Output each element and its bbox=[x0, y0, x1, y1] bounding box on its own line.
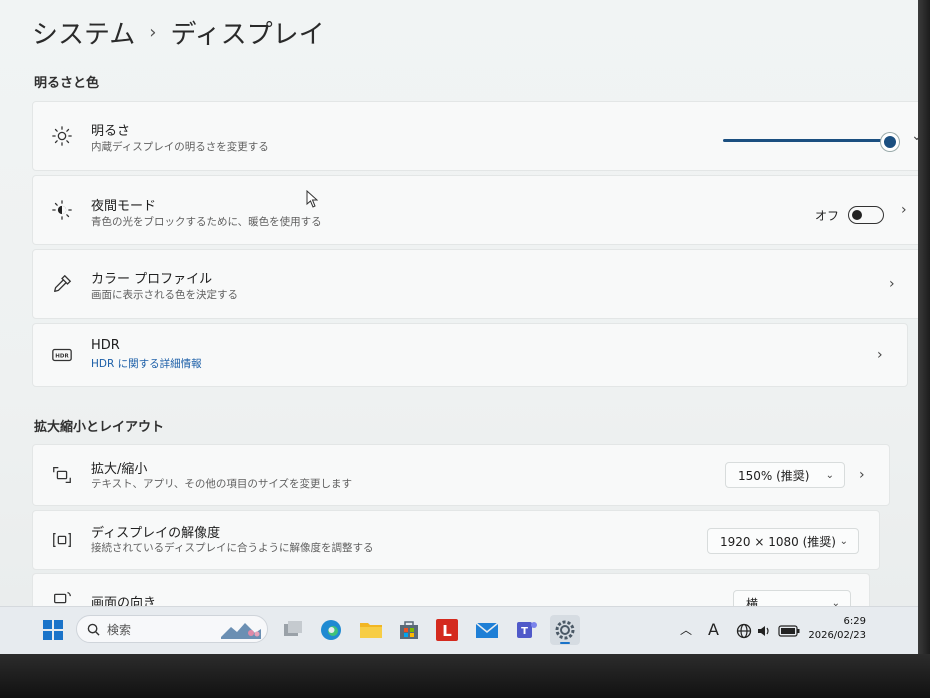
resolution-icon bbox=[53, 532, 71, 548]
sun-icon bbox=[52, 126, 72, 146]
night-light-toggle[interactable] bbox=[848, 206, 884, 224]
network-globe-icon[interactable] bbox=[736, 623, 752, 639]
svg-text:HDR: HDR bbox=[55, 353, 69, 359]
mail-icon[interactable] bbox=[472, 615, 502, 645]
chevron-right-icon[interactable]: › bbox=[889, 276, 895, 292]
folder-icon[interactable] bbox=[356, 615, 386, 645]
mouse-cursor-icon bbox=[306, 190, 318, 208]
battery-icon[interactable] bbox=[778, 625, 800, 637]
chevron-right-icon[interactable]: › bbox=[859, 467, 865, 483]
l-app-icon[interactable]: L bbox=[432, 615, 462, 645]
breadcrumb: システム › ディスプレイ bbox=[32, 14, 325, 51]
resolution-value: 1920 × 1080 (推奨) bbox=[720, 534, 836, 549]
night-light-state: オフ bbox=[815, 209, 840, 223]
monitor-bezel-right bbox=[918, 0, 930, 698]
tray-overflow-icon[interactable]: ︿ bbox=[680, 621, 692, 638]
section-scale-layout: 拡大縮小とレイアウト bbox=[34, 420, 165, 435]
pipette-icon bbox=[54, 274, 72, 292]
search-icon bbox=[87, 623, 100, 636]
chevron-right-icon[interactable]: › bbox=[901, 202, 907, 218]
clock-time: 6:29 bbox=[843, 616, 866, 627]
volume-icon[interactable] bbox=[756, 623, 772, 639]
resolution-card: ディスプレイの解像度 接続されているディスプレイに合うように解像度を調整する 1… bbox=[32, 510, 880, 570]
settings-icon[interactable] bbox=[550, 615, 580, 645]
svg-text:T: T bbox=[521, 626, 528, 637]
edge-icon[interactable] bbox=[316, 615, 346, 645]
brightness-subtitle: 内蔵ディスプレイの明るさを変更する bbox=[91, 141, 269, 153]
hdr-icon: HDR bbox=[52, 348, 72, 362]
night-light-subtitle: 青色の光をブロックするために、暖色を使用する bbox=[91, 216, 322, 228]
brightness-card: 明るさ 内蔵ディスプレイの明るさを変更する ⌄ bbox=[32, 101, 922, 171]
resolution-title: ディスプレイの解像度 bbox=[91, 526, 221, 541]
night-light-card[interactable]: 夜間モード 青色の光をブロックするために、暖色を使用する オフ › bbox=[32, 175, 922, 245]
resolution-dropdown[interactable]: 1920 × 1080 (推奨) ⌄ bbox=[707, 528, 859, 554]
file-explorer-multi-icon[interactable] bbox=[278, 615, 308, 645]
clock-date: 2026/02/23 bbox=[808, 630, 866, 641]
store-icon[interactable] bbox=[394, 615, 424, 645]
taskbar-search[interactable]: 検索 bbox=[76, 615, 268, 643]
brightness-slider-thumb[interactable] bbox=[881, 133, 899, 151]
scale-card[interactable]: 拡大/縮小 テキスト、アプリ、その他の項目のサイズを変更します 150% (推奨… bbox=[32, 444, 890, 506]
chevron-down-icon: ⌄ bbox=[825, 469, 834, 481]
night-light-title: 夜間モード bbox=[91, 199, 157, 214]
scale-title: 拡大/縮小 bbox=[91, 462, 148, 477]
scale-icon bbox=[53, 467, 71, 483]
scale-subtitle: テキスト、アプリ、その他の項目のサイズを変更します bbox=[91, 478, 353, 490]
settings-window: システム › ディスプレイ 明るさと色 明るさ 内蔵ディスプレイの明るさを変更す… bbox=[0, 0, 922, 654]
ime-indicator[interactable]: A bbox=[708, 620, 719, 639]
section-brightness-color: 明るさと色 bbox=[34, 76, 100, 91]
svg-text:L: L bbox=[442, 622, 452, 640]
color-profile-title: カラー プロファイル bbox=[91, 272, 213, 287]
hdr-info-link[interactable]: HDR に関する詳細情報 bbox=[91, 356, 202, 371]
scale-dropdown[interactable]: 150% (推奨) ⌄ bbox=[725, 462, 845, 488]
brightness-title: 明るさ bbox=[91, 124, 131, 139]
hdr-title: HDR bbox=[91, 338, 120, 353]
resolution-subtitle: 接続されているディスプレイに合うように解像度を調整する bbox=[91, 542, 374, 554]
teams-icon[interactable]: T bbox=[512, 615, 542, 645]
search-highlight-icon bbox=[221, 623, 261, 639]
color-profile-subtitle: 画面に表示される色を決定する bbox=[91, 289, 238, 301]
page-title: ディスプレイ bbox=[170, 20, 325, 50]
scale-value: 150% (推奨) bbox=[738, 468, 810, 483]
chevron-right-icon[interactable]: › bbox=[877, 347, 883, 363]
taskbar: 検索 L T ︿ A 6:29 2026/02/23 bbox=[0, 606, 922, 654]
chevron-down-icon: ⌄ bbox=[839, 535, 848, 547]
hdr-card[interactable]: HDR HDR HDR に関する詳細情報 › bbox=[32, 323, 908, 387]
color-profile-card[interactable]: カラー プロファイル 画面に表示される色を決定する › bbox=[32, 249, 922, 319]
brightness-slider[interactable] bbox=[723, 139, 889, 142]
tray-clock[interactable]: 6:29 2026/02/23 bbox=[808, 615, 866, 643]
breadcrumb-separator: › bbox=[149, 22, 157, 43]
search-placeholder: 検索 bbox=[107, 622, 132, 637]
night-light-icon bbox=[52, 200, 72, 220]
start-icon[interactable] bbox=[38, 615, 68, 645]
monitor-bezel-bottom bbox=[0, 654, 930, 698]
breadcrumb-parent[interactable]: システム bbox=[32, 14, 135, 51]
